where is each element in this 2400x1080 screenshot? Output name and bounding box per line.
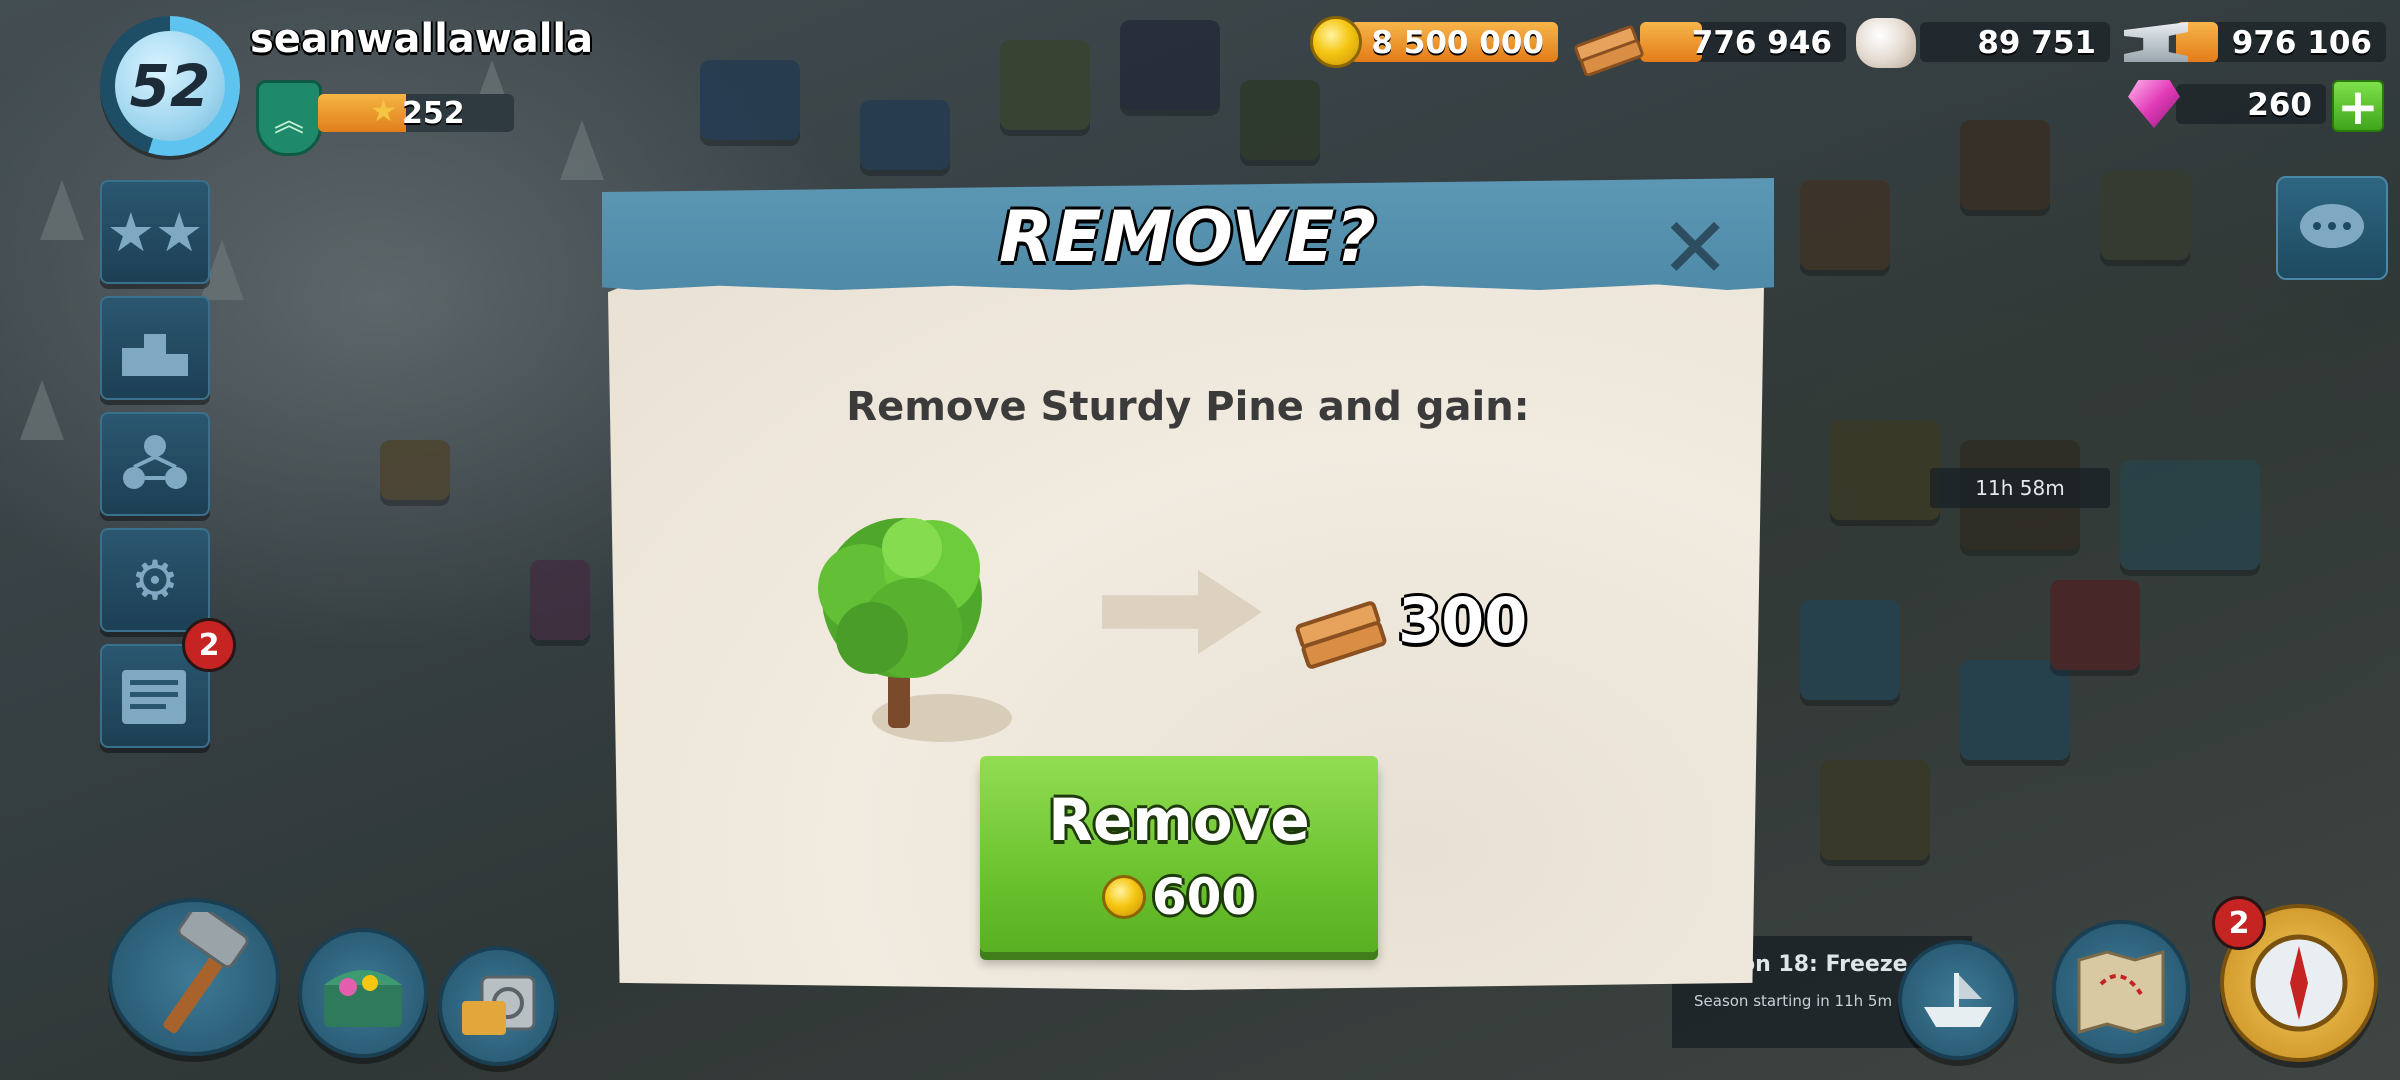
radar-badge: 2 — [2212, 896, 2266, 950]
task-force-button[interactable] — [100, 412, 210, 516]
player-username: seanwallawalla — [250, 16, 594, 62]
diamonds-amount: 260 — [2247, 87, 2312, 123]
remove-button[interactable]: Remove 600 — [980, 756, 1378, 952]
map-button[interactable] — [2052, 920, 2190, 1058]
upgrade-timer: 11h 58m — [1930, 468, 2110, 508]
compass-icon — [2250, 934, 2348, 1032]
player-level: 52 — [115, 31, 225, 141]
season-subtitle: Season starting in 11h 5m — [1694, 992, 1893, 1010]
stone-bar[interactable]: 89 751 — [1920, 22, 2110, 62]
remove-cost: 600 — [980, 868, 1378, 926]
remove-cost-amount: 600 — [1151, 868, 1257, 926]
leaderboard-button[interactable] — [100, 296, 210, 400]
treasure-chest-button[interactable] — [298, 928, 428, 1058]
wood-icon — [1295, 601, 1387, 669]
remove-button-label: Remove — [1048, 786, 1310, 854]
vault-icon — [462, 975, 536, 1035]
wood-amount: 776 946 — [1691, 25, 1832, 61]
sturdy-pine-tree-icon — [818, 518, 1012, 742]
medal-icon: ★ — [370, 94, 397, 129]
iron-amount: 976 106 — [2231, 25, 2372, 61]
player-level-badge[interactable]: 52 — [100, 16, 240, 156]
treasure-chest-icon — [324, 970, 402, 1027]
iron-bar[interactable]: 976 106 — [2176, 22, 2386, 62]
wood-icon — [1574, 25, 1644, 76]
build-button[interactable] — [108, 898, 280, 1056]
gear-icon: ⚙ — [130, 548, 180, 612]
dialog-prompt: Remove Sturdy Pine and gain: — [846, 384, 1530, 430]
news-badge: 2 — [182, 618, 236, 672]
settings-button[interactable]: ⚙ — [100, 528, 210, 632]
wood-bar[interactable]: 776 946 — [1640, 22, 1846, 62]
stone-amount: 89 751 — [1977, 25, 2096, 61]
hammer-icon — [163, 912, 249, 1034]
remove-dialog: REMOVE? ✕ Remove Sturdy Pine and gain: 3… — [602, 178, 1774, 994]
achievements-button[interactable]: ★★ — [100, 180, 210, 284]
rank-chevron-icon[interactable]: ︽ — [256, 80, 322, 156]
harbor-button[interactable] — [1898, 940, 2018, 1060]
buy-diamonds-button[interactable]: + — [2332, 80, 2384, 132]
vault-button[interactable] — [438, 946, 558, 1066]
stone-icon — [1856, 18, 1916, 68]
team-icon — [123, 435, 187, 489]
victory-points: 252 — [402, 96, 465, 131]
chat-button[interactable] — [2276, 176, 2388, 280]
gold-bar[interactable]: 8 500 000 — [1350, 22, 1558, 62]
gold-coin-icon — [1101, 875, 1146, 919]
diamonds-bar[interactable]: 260 — [2176, 84, 2326, 124]
dialog-title: REMOVE? — [999, 196, 1377, 278]
stars-icon: ★★ — [106, 200, 204, 264]
podium-icon — [122, 334, 188, 376]
close-icon[interactable]: ✕ — [1660, 206, 1730, 290]
chat-bubble-icon — [2300, 204, 2364, 248]
gold-coin-icon — [1310, 16, 1362, 68]
reward-amount: 300 — [1398, 584, 1528, 657]
newspaper-icon — [122, 670, 186, 724]
gold-amount: 8 500 000 — [1371, 25, 1544, 61]
map-icon — [2077, 950, 2165, 1034]
boat-icon — [1924, 973, 1992, 1027]
